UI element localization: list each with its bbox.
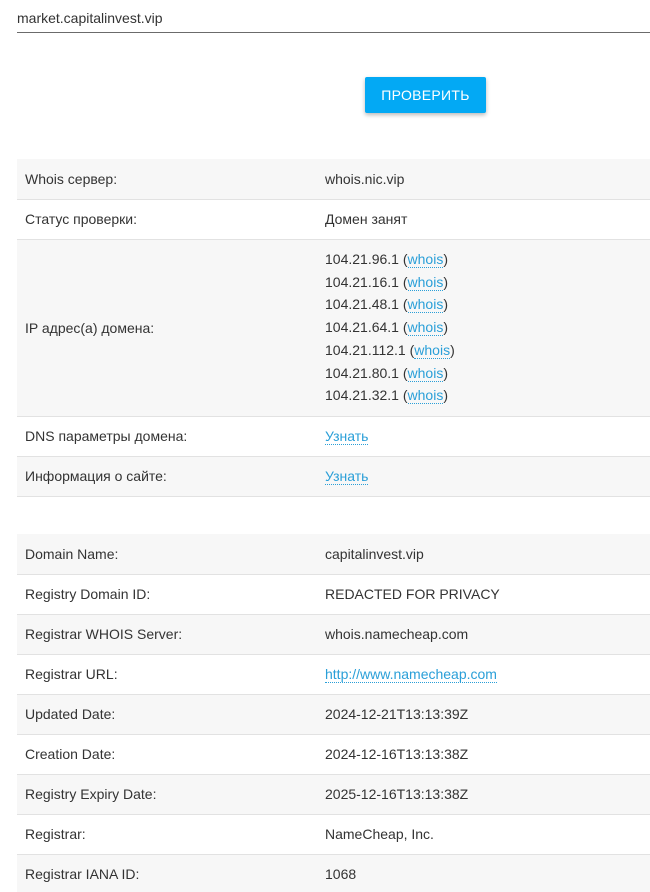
- ip-item: 104.21.112.1 (whois): [325, 341, 455, 359]
- whois-row-creation-date: Creation Date: 2024-12-16T13:13:38Z: [17, 734, 650, 775]
- ip-whois-link[interactable]: whois: [407, 319, 444, 337]
- ip-item: 104.21.64.1 (whois): [325, 319, 448, 337]
- row-key: Статус проверки:: [17, 199, 325, 240]
- row-value: NameCheap, Inc.: [325, 814, 650, 855]
- whois-row-domain-name: Domain Name: capitalinvest.vip: [17, 534, 650, 575]
- ip-item: 104.21.16.1 (whois): [325, 273, 448, 291]
- domain-input[interactable]: [17, 8, 617, 28]
- ip-address: 104.21.64.1: [325, 319, 399, 336]
- ip-whois-link[interactable]: whois: [407, 250, 444, 268]
- ip-list: 104.21.96.1 (whois) 104.21.16.1 (whois) …: [325, 239, 650, 417]
- row-key: Registry Domain ID:: [17, 574, 325, 615]
- site-info-learn-link[interactable]: Узнать: [325, 468, 369, 485]
- summary-row-status: Статус проверки: Домен занят: [17, 199, 650, 240]
- summary-row-whois-server: Whois сервер: whois.nic.vip: [17, 159, 650, 200]
- row-key: IP адрес(а) домена:: [17, 239, 325, 417]
- row-value: 2024-12-16T13:13:38Z: [325, 734, 650, 775]
- whois-row-registrar-iana-id: Registrar IANA ID: 1068: [17, 854, 650, 892]
- whois-row-registrar: Registrar: NameCheap, Inc.: [17, 814, 650, 855]
- row-key: Registrar:: [17, 814, 325, 855]
- row-key: Creation Date:: [17, 734, 325, 775]
- whois-row-registrar-whois-server: Registrar WHOIS Server: whois.namecheap.…: [17, 614, 650, 655]
- row-value: 2024-12-21T13:13:39Z: [325, 694, 650, 735]
- row-key: Информация о сайте:: [17, 456, 325, 497]
- ip-item: 104.21.32.1 (whois): [325, 387, 448, 405]
- row-value: Домен занят: [325, 199, 650, 240]
- row-key: Registrar IANA ID:: [17, 854, 325, 892]
- ip-address: 104.21.16.1: [325, 273, 399, 290]
- whois-row-registry-domain-id: Registry Domain ID: REDACTED FOR PRIVACY: [17, 574, 650, 615]
- ip-address: 104.21.80.1: [325, 364, 399, 381]
- check-button[interactable]: ПРОВЕРИТЬ: [365, 77, 486, 113]
- page: ПРОВЕРИТЬ Whois сервер: whois.nic.vip Ст…: [0, 0, 650, 892]
- row-value: whois.namecheap.com: [325, 614, 650, 655]
- ip-item: 104.21.48.1 (whois): [325, 296, 448, 314]
- registrar-url-link[interactable]: http://www.namecheap.com: [325, 666, 497, 683]
- domain-input-wrapper: [17, 0, 650, 33]
- summary-row-ip-addresses: IP адрес(а) домена: 104.21.96.1 (whois) …: [17, 239, 650, 417]
- row-key: Updated Date:: [17, 694, 325, 735]
- row-key: Registry Expiry Date:: [17, 774, 325, 815]
- ip-address: 104.21.32.1: [325, 387, 399, 404]
- ip-whois-link[interactable]: whois: [407, 364, 444, 382]
- ip-address: 104.21.96.1: [325, 250, 399, 267]
- ip-address: 104.21.112.1: [325, 341, 406, 358]
- row-key: DNS параметры домена:: [17, 416, 325, 457]
- ip-item: 104.21.96.1 (whois): [325, 250, 448, 268]
- row-value: 1068: [325, 854, 650, 892]
- summary-row-dns: DNS параметры домена: Узнать: [17, 416, 650, 457]
- row-value: Узнать: [325, 416, 650, 457]
- ip-whois-link[interactable]: whois: [414, 341, 451, 359]
- summary-row-site-info: Информация о сайте: Узнать: [17, 456, 650, 497]
- row-key: Domain Name:: [17, 534, 325, 575]
- row-value: 2025-12-16T13:13:38Z: [325, 774, 650, 815]
- whois-row-updated-date: Updated Date: 2024-12-21T13:13:39Z: [17, 694, 650, 735]
- ip-item: 104.21.80.1 (whois): [325, 364, 448, 382]
- ip-address: 104.21.48.1: [325, 296, 399, 313]
- whois-table: Domain Name: capitalinvest.vip Registry …: [17, 534, 650, 892]
- summary-table: Whois сервер: whois.nic.vip Статус прове…: [17, 159, 650, 497]
- row-key: Registrar URL:: [17, 654, 325, 695]
- row-value: capitalinvest.vip: [325, 534, 650, 575]
- row-key: Whois сервер:: [17, 159, 325, 200]
- row-value: Узнать: [325, 456, 650, 497]
- row-value: http://www.namecheap.com: [325, 654, 650, 695]
- row-key: Registrar WHOIS Server:: [17, 614, 325, 655]
- dns-learn-link[interactable]: Узнать: [325, 428, 369, 445]
- ip-whois-link[interactable]: whois: [407, 296, 444, 314]
- ip-whois-link[interactable]: whois: [407, 273, 444, 291]
- row-value: REDACTED FOR PRIVACY: [325, 574, 650, 615]
- row-value: whois.nic.vip: [325, 159, 650, 200]
- ip-whois-link[interactable]: whois: [407, 387, 444, 405]
- whois-row-registry-expiry-date: Registry Expiry Date: 2025-12-16T13:13:3…: [17, 774, 650, 815]
- whois-row-registrar-url: Registrar URL: http://www.namecheap.com: [17, 654, 650, 695]
